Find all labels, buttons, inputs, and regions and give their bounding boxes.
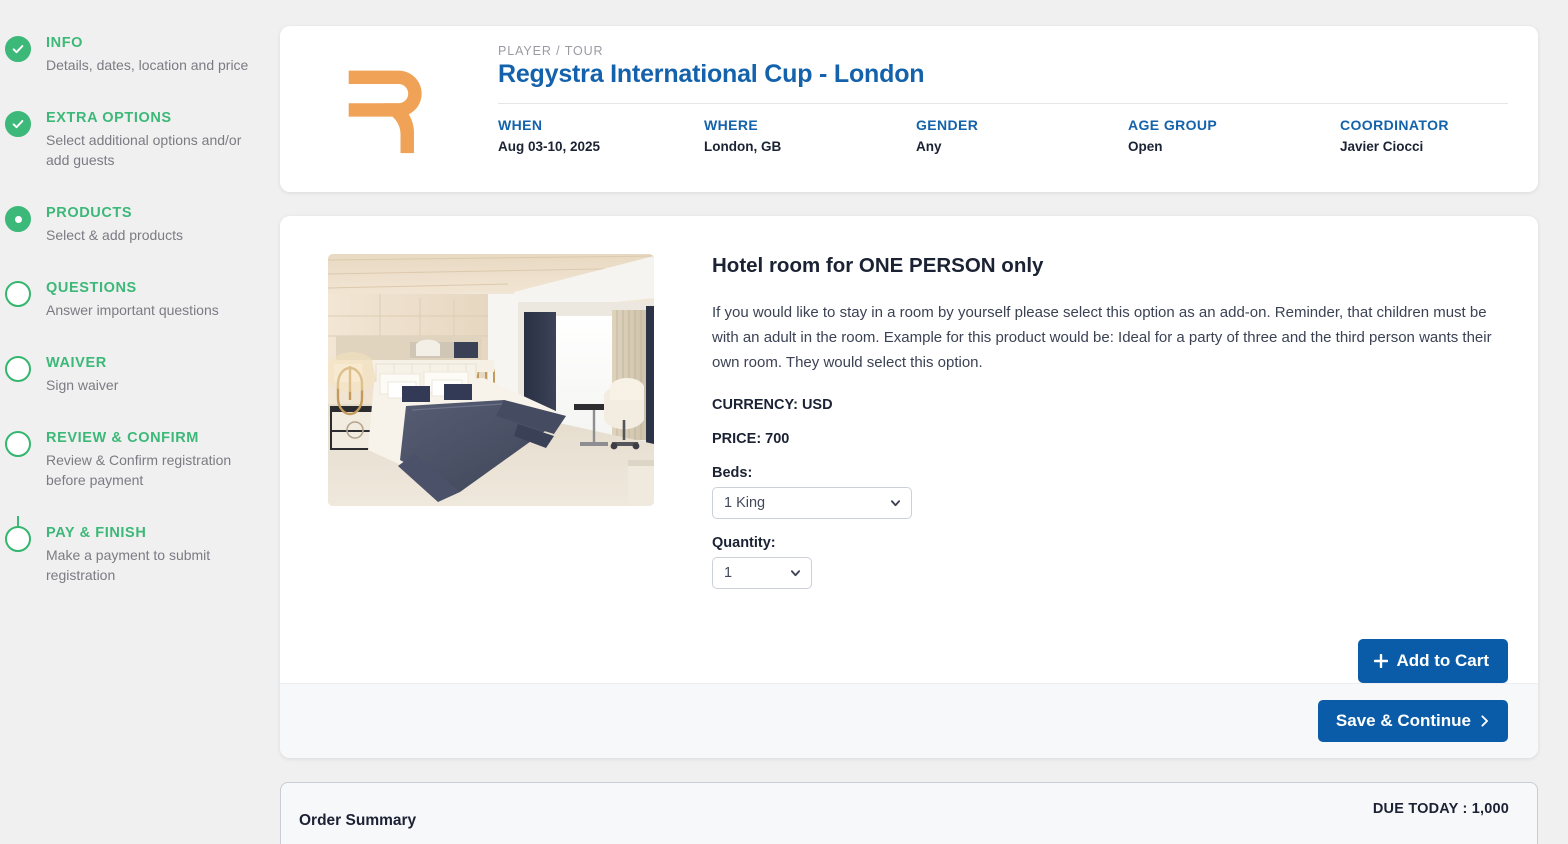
check-icon — [12, 45, 24, 54]
sidebar-step-extra-options[interactable]: EXTRA OPTIONS Select additional options … — [0, 101, 268, 196]
page-title: Regystra International Cup - London — [498, 60, 925, 88]
product-card: Hotel room for ONE PERSON only If you wo… — [280, 216, 1538, 758]
step-status-pending-icon — [5, 281, 31, 307]
save-continue-button[interactable]: Save & Continue — [1317, 700, 1508, 742]
sidebar-step-waiver[interactable]: WAIVER Sign waiver — [0, 346, 268, 421]
step-description: Review & Confirm registration before pay… — [46, 452, 232, 488]
meta-value: Open — [1128, 139, 1163, 154]
event-meta-row: WHEN Aug 03-10, 2025 WHERE London, GB GE… — [498, 117, 1508, 154]
meta-value: Any — [916, 139, 942, 154]
event-header-card: PLAYER / TOUR Regystra International Cup… — [280, 26, 1538, 192]
meta-value: Javier Ciocci — [1340, 139, 1424, 154]
plus-icon — [1374, 654, 1389, 668]
product-currency: CURRENCY: USD — [712, 397, 833, 413]
registration-stepper: INFO Details, dates, location and price … — [0, 26, 268, 611]
step-title: EXTRA OPTIONS — [46, 110, 172, 126]
step-body: PAY & FINISH Make a payment to submit re… — [36, 516, 266, 611]
meta-coordinator: COORDINATOR Javier Ciocci — [1340, 117, 1449, 154]
breadcrumb: PLAYER / TOUR — [498, 44, 604, 58]
step-status-pending-icon — [5, 356, 31, 382]
step-description: Details, dates, location and price — [46, 57, 249, 73]
step-status-active-icon — [5, 206, 31, 232]
step-title: PRODUCTS — [46, 205, 133, 221]
step-status-pending-icon — [5, 431, 31, 457]
step-description: Make a payment to submit registration — [46, 547, 211, 583]
quantity-select[interactable]: 1 — [712, 557, 812, 589]
step-body: QUESTIONS Answer important questions — [36, 271, 266, 346]
step-title: REVIEW & CONFIRM — [46, 430, 199, 446]
sidebar-step-questions[interactable]: QUESTIONS Answer important questions — [0, 271, 268, 346]
step-description: Select & add products — [46, 227, 183, 243]
product-image — [328, 254, 654, 506]
step-body: REVIEW & CONFIRM Review & Confirm regist… — [36, 421, 266, 516]
step-body: PRODUCTS Select & add products — [36, 196, 266, 271]
step-description: Select additional options and/or add gue… — [46, 132, 242, 168]
due-today-amount: DUE TODAY : 1,000 — [1372, 801, 1509, 817]
meta-label: COORDINATOR — [1340, 117, 1449, 133]
step-title: PAY & FINISH — [46, 525, 147, 541]
step-description: Answer important questions — [46, 302, 219, 318]
add-to-cart-button[interactable]: Add to Cart — [1358, 639, 1508, 683]
step-title: INFO — [46, 35, 84, 51]
event-details: PLAYER / TOUR Regystra International Cup… — [498, 26, 1538, 192]
regystra-r-logo-icon — [348, 70, 422, 154]
beds-label: Beds: — [712, 465, 753, 481]
beds-select-wrapper[interactable]: 1 King — [712, 487, 912, 519]
add-to-cart-row: Add to Cart — [280, 639, 1538, 683]
order-summary-totals: DUE TODAY : 1,000 ORDER TOTAL : 5,700 — [1353, 801, 1509, 844]
registration-page: INFO Details, dates, location and price … — [0, 0, 1568, 844]
step-title: QUESTIONS — [46, 280, 137, 296]
meta-where: WHERE London, GB — [704, 117, 916, 154]
beds-select[interactable]: 1 King — [712, 487, 912, 519]
order-summary-card[interactable]: Order Summary DUE TODAY : 1,000 ORDER TO… — [280, 782, 1538, 844]
step-body: EXTRA OPTIONS Select additional options … — [36, 101, 266, 196]
meta-label: WHERE — [704, 117, 759, 133]
check-icon — [12, 120, 24, 129]
add-to-cart-label: Add to Cart — [1396, 651, 1489, 670]
step-body: WAIVER Sign waiver — [36, 346, 266, 421]
step-status-done-icon — [5, 36, 31, 62]
step-title: WAIVER — [46, 355, 107, 371]
sidebar-step-products[interactable]: PRODUCTS Select & add products — [0, 196, 268, 271]
meta-age-group: AGE GROUP Open — [1128, 117, 1340, 154]
product-price: PRICE: 700 — [712, 431, 790, 447]
main-content: PLAYER / TOUR Regystra International Cup… — [280, 26, 1538, 844]
step-body: INFO Details, dates, location and price — [36, 26, 266, 101]
meta-label: GENDER — [916, 117, 979, 133]
product-card-footer: Save & Continue — [280, 683, 1538, 758]
divider — [498, 103, 1508, 104]
order-summary-title: Order Summary — [299, 812, 417, 829]
meta-gender: GENDER Any — [916, 117, 1128, 154]
step-status-pending-icon — [5, 526, 31, 552]
sidebar-step-pay-finish[interactable]: PAY & FINISH Make a payment to submit re… — [0, 516, 268, 611]
sidebar-step-review-confirm[interactable]: REVIEW & CONFIRM Review & Confirm regist… — [0, 421, 268, 516]
hotel-room-photo-icon — [328, 254, 654, 506]
step-description: Sign waiver — [46, 377, 119, 393]
product-description: If you would like to stay in a room by y… — [712, 304, 1492, 371]
quantity-label: Quantity: — [712, 535, 776, 551]
quantity-select-wrapper[interactable]: 1 — [712, 557, 812, 589]
sidebar-step-info[interactable]: INFO Details, dates, location and price — [0, 26, 268, 101]
chevron-right-icon — [1481, 715, 1489, 727]
logo-container — [280, 26, 498, 192]
meta-value: Aug 03-10, 2025 — [498, 139, 601, 154]
meta-value: London, GB — [704, 139, 782, 154]
save-continue-label: Save & Continue — [1335, 711, 1471, 730]
step-status-done-icon — [5, 111, 31, 137]
meta-label: WHEN — [498, 117, 543, 133]
active-dot — [14, 215, 22, 223]
product-title: Hotel room for ONE PERSON only — [712, 254, 1044, 277]
meta-when: WHEN Aug 03-10, 2025 — [498, 117, 704, 154]
product-info: Hotel room for ONE PERSON only If you wo… — [654, 254, 1508, 605]
meta-label: AGE GROUP — [1128, 117, 1218, 133]
